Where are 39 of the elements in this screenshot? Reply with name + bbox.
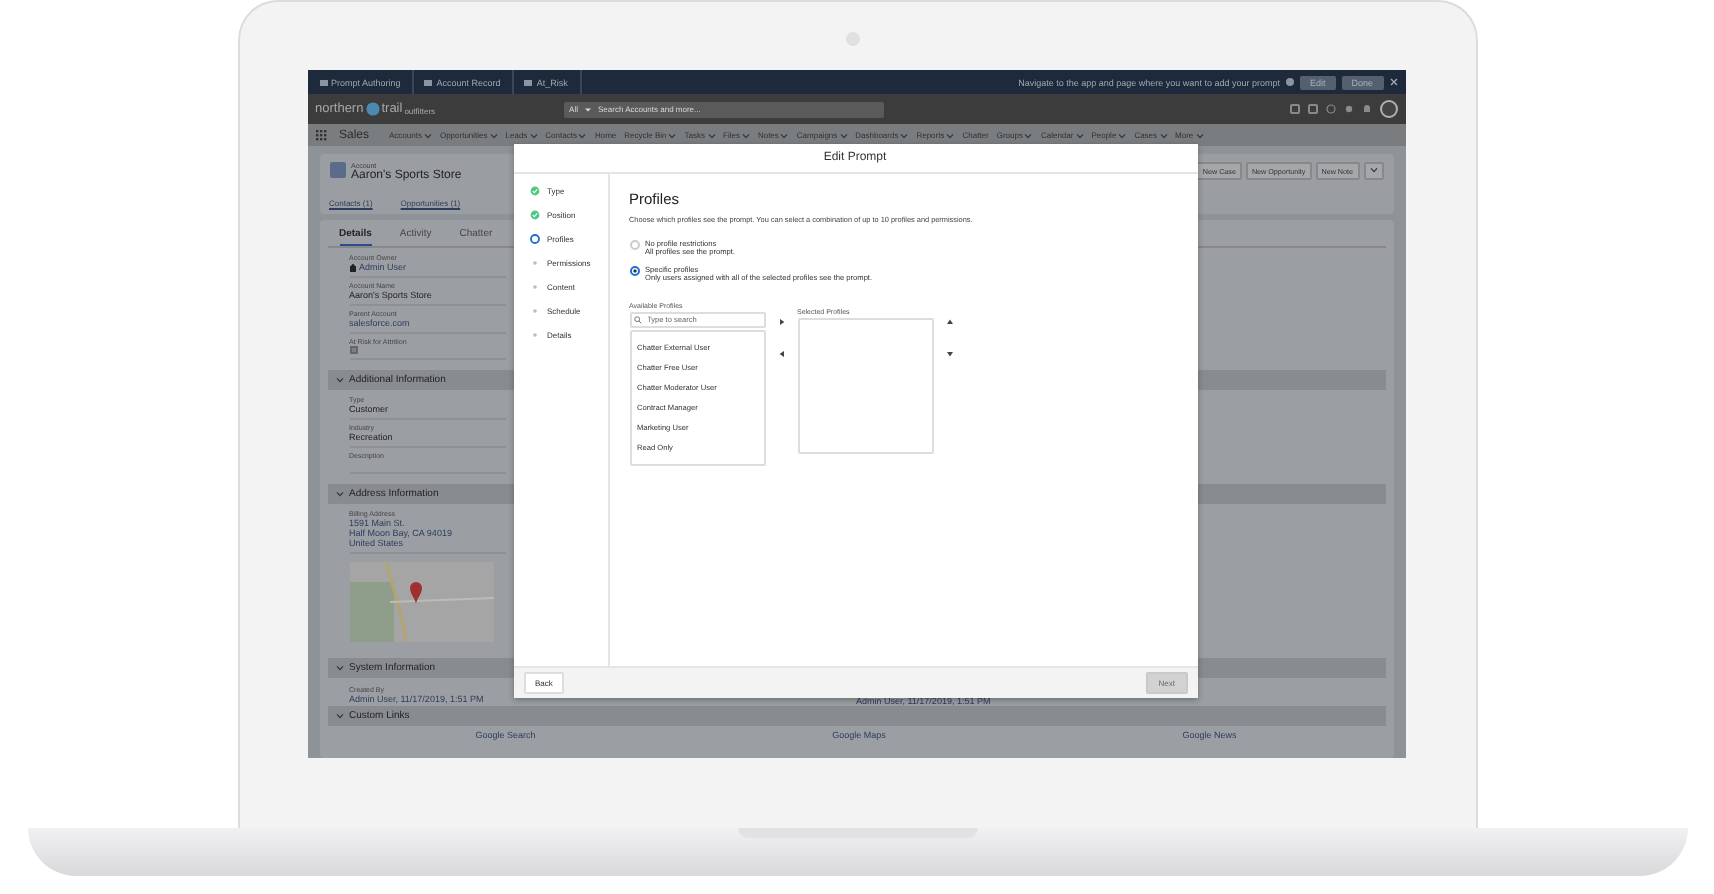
- chevron-down-icon: [335, 712, 343, 720]
- account-icon: [329, 162, 345, 178]
- help-icon[interactable]: [1325, 104, 1335, 114]
- chevron-down-icon: [578, 131, 587, 139]
- app-launcher-icon[interactable]: [315, 129, 327, 141]
- chevron-down-icon: [839, 131, 848, 139]
- chevron-down-icon: [423, 131, 432, 139]
- selected-list: [797, 318, 933, 454]
- chevron-down-icon: [1195, 131, 1204, 139]
- chevron-down-icon: [946, 131, 955, 139]
- avatar[interactable]: [1379, 100, 1397, 118]
- chevron-down-icon: [1369, 166, 1377, 174]
- user-icon: [349, 263, 355, 271]
- chevron-down-icon: [1075, 131, 1084, 139]
- move-up-icon[interactable]: [945, 318, 953, 326]
- chevron-down-icon: [1159, 131, 1168, 139]
- chevron-down-icon: [1024, 131, 1033, 139]
- dropdown-icon: [584, 105, 592, 113]
- radio-button[interactable]: [629, 266, 639, 276]
- chevron-down-icon: [335, 490, 343, 498]
- move-right-icon[interactable]: [777, 318, 785, 326]
- chevron-down-icon: [741, 131, 750, 139]
- move-left-icon[interactable]: [777, 350, 785, 358]
- chevron-down-icon: [489, 131, 498, 139]
- chevron-down-icon: [668, 131, 677, 139]
- chevron-down-icon: [335, 664, 343, 672]
- chevron-down-icon: [529, 131, 538, 139]
- chevron-down-icon: [900, 131, 909, 139]
- close-icon[interactable]: [1389, 78, 1397, 86]
- chevron-down-icon: [780, 131, 789, 139]
- bell-icon[interactable]: [1361, 104, 1371, 114]
- chevron-down-icon: [1118, 131, 1127, 139]
- chevron-down-icon: [335, 376, 343, 384]
- info-icon: [1285, 78, 1294, 86]
- chevron-down-icon: [707, 131, 715, 139]
- more-actions-button[interactable]: [1363, 162, 1383, 180]
- map-drawing: [349, 562, 493, 642]
- search-icon: [633, 316, 641, 324]
- move-down-icon[interactable]: [945, 350, 953, 358]
